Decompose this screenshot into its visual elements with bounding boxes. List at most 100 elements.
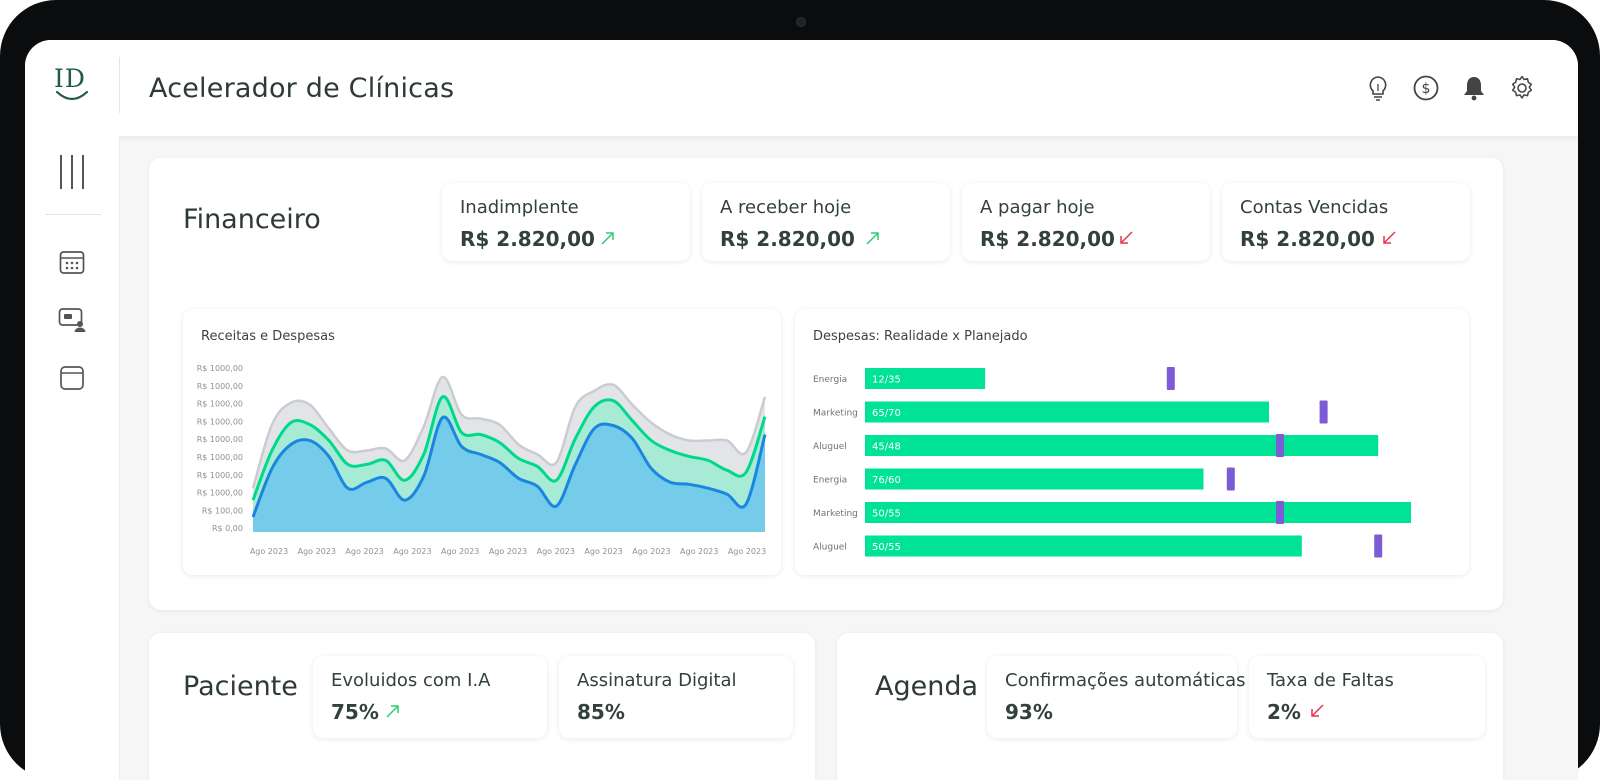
- y-tick-label: R$ 1000,00: [197, 364, 243, 373]
- kpi-label: Contas Vencidas: [1240, 197, 1389, 218]
- trend-down-icon: [1118, 227, 1134, 251]
- x-tick-label: Ago 2023: [393, 547, 431, 556]
- kpi-value: R$ 2.820,00: [460, 227, 616, 251]
- kpi-amount: R$ 2.820,00: [720, 227, 855, 251]
- app-logo[interactable]: ID: [53, 64, 93, 108]
- kpi-amount: 93%: [1005, 700, 1053, 724]
- bar-category-label: Energia: [813, 476, 847, 486]
- x-tick-label: Ago 2023: [728, 547, 766, 556]
- x-tick-label: Ago 2023: [489, 547, 527, 556]
- bar: [865, 502, 1411, 523]
- area-chart: R$ 1000,00 R$ 1000,00 R$ 1000,00 R$ 1000,00…: [197, 364, 767, 556]
- bar-value-label: 50/55: [872, 542, 901, 553]
- sidebar-divider: [45, 214, 101, 215]
- calendar-icon[interactable]: [58, 248, 86, 276]
- patient-screen-icon[interactable]: [58, 306, 86, 334]
- target-marker: [1166, 367, 1175, 390]
- kpi-value: R$ 2.820,00: [720, 227, 881, 251]
- target-marker: [1276, 501, 1284, 524]
- bar-value-label: 12/35: [872, 375, 901, 386]
- tablet-frame: ID Acelerador de Clínicas $ Financeiro I…: [0, 0, 1600, 780]
- bar-category-label: Marketing: [813, 509, 858, 519]
- kpi-value: R$ 2.820,00: [980, 227, 1134, 251]
- dollar-circle-icon[interactable]: $: [1412, 74, 1440, 102]
- target-marker: [1226, 467, 1235, 491]
- bar-value-label: 50/55: [872, 509, 901, 520]
- app-screen: ID Acelerador de Clínicas $ Financeiro I…: [25, 40, 1578, 780]
- paciente-title: Paciente: [183, 671, 298, 702]
- y-tick-label: R$ 1000,00: [197, 382, 243, 391]
- kpi-a-pagar-hoje[interactable]: A pagar hoje R$ 2.820,00: [962, 183, 1210, 261]
- camera-dot: [796, 17, 806, 27]
- kpi-amount: R$ 2.820,00: [980, 227, 1115, 251]
- kpi-assinatura-digital[interactable]: Assinatura Digital 85%: [559, 656, 793, 738]
- x-tick-label: Ago 2023: [441, 547, 479, 556]
- document-icon[interactable]: [58, 364, 86, 392]
- x-tick-label: Ago 2023: [298, 547, 336, 556]
- lightbulb-icon[interactable]: [1364, 74, 1392, 102]
- kpi-taxa-de-faltas[interactable]: Taxa de Faltas 2%: [1249, 656, 1485, 738]
- menu-icon[interactable]: [58, 154, 86, 190]
- kpi-label: Taxa de Faltas: [1267, 670, 1394, 691]
- target-marker: [1319, 400, 1328, 424]
- bar: [865, 468, 1204, 490]
- trend-up-icon: [600, 227, 616, 251]
- kpi-value: 75%: [331, 700, 401, 724]
- kpi-label: A pagar hoje: [980, 197, 1095, 218]
- bar: [865, 401, 1269, 423]
- x-tick-label: Ago 2023: [680, 547, 718, 556]
- y-tick-label: R$ 1000,00: [197, 489, 243, 498]
- gear-icon[interactable]: [1508, 74, 1536, 102]
- kpi-value: 85%: [577, 700, 625, 724]
- y-tick-label: R$ 1000,00: [197, 400, 243, 409]
- bar-category-label: Marketing: [813, 409, 858, 419]
- kpi-evoluidos-ia[interactable]: Evoluidos com I.A 75%: [313, 656, 547, 738]
- svg-text:$: $: [1422, 81, 1431, 97]
- y-tick-label: R$ 1000,00: [197, 435, 243, 444]
- kpi-label: Evoluidos com I.A: [331, 670, 491, 691]
- kpi-label: A receber hoje: [720, 197, 852, 218]
- bar-category-label: Energia: [813, 375, 847, 385]
- header-actions: $: [1364, 74, 1536, 102]
- trend-down-icon: [1381, 227, 1397, 251]
- kpi-amount: 75%: [331, 700, 379, 724]
- y-tick-label: R$ 0,00: [212, 524, 243, 533]
- y-tick-label: R$ 1000,00: [197, 471, 243, 480]
- y-tick-label: R$ 100,00: [202, 506, 243, 515]
- kpi-confirmacoes-automaticas[interactable]: Confirmações automáticas 93%: [987, 656, 1246, 738]
- kpi-a-receber-hoje[interactable]: A receber hoje R$ 2.820,00: [702, 183, 950, 261]
- y-tick-label: R$ 1000,00: [197, 417, 243, 426]
- bar: [865, 435, 1379, 456]
- top-bar: ID Acelerador de Clínicas $: [25, 40, 1578, 136]
- trend-down-icon: [1309, 700, 1325, 724]
- bar-chart: Energia 12/35 Marketing 65/70 Aluguel 45/48 En…: [813, 367, 1411, 558]
- app-title: Acelerador de Clínicas: [149, 73, 455, 104]
- target-marker: [1276, 434, 1284, 457]
- kpi-label: Confirmações automáticas: [1005, 670, 1246, 691]
- kpi-contas-vencidas[interactable]: Contas Vencidas R$ 2.820,00: [1222, 183, 1470, 261]
- kpi-label: Assinatura Digital: [577, 670, 737, 691]
- bar-value-label: 65/70: [872, 408, 901, 419]
- trend-up-icon: [385, 700, 401, 724]
- financeiro-panel: Financeiro Inadimplente R$ 2.820,00 A re…: [149, 158, 1503, 610]
- bell-icon[interactable]: [1460, 74, 1488, 102]
- kpi-value: 2%: [1267, 700, 1325, 724]
- kpi-inadimplente[interactable]: Inadimplente R$ 2.820,00: [442, 183, 690, 261]
- receitas-despesas-chart-card: Receitas e Despesas R$ 1000,00 R$ 1000,00…: [183, 309, 781, 575]
- kpi-value: 93%: [1005, 700, 1053, 724]
- x-tick-label: Ago 2023: [632, 547, 670, 556]
- bar: [865, 535, 1302, 557]
- kpi-amount: R$ 2.820,00: [1240, 227, 1375, 251]
- bar-category-label: Aluguel: [813, 543, 847, 553]
- x-tick-label: Ago 2023: [584, 547, 622, 556]
- header-divider: [119, 57, 120, 113]
- sidebar: [25, 136, 120, 780]
- kpi-value: R$ 2.820,00: [1240, 227, 1397, 251]
- despesas-chart-card: Despesas: Realidade x Planejado Energia 1…: [795, 309, 1469, 575]
- x-tick-label: Ago 2023: [250, 547, 288, 556]
- logo-letters: ID: [54, 64, 86, 93]
- bar-value-label: 45/48: [872, 442, 901, 453]
- y-tick-label: R$ 1000,00: [197, 453, 243, 462]
- agenda-title: Agenda: [875, 671, 979, 702]
- financeiro-title: Financeiro: [183, 204, 321, 235]
